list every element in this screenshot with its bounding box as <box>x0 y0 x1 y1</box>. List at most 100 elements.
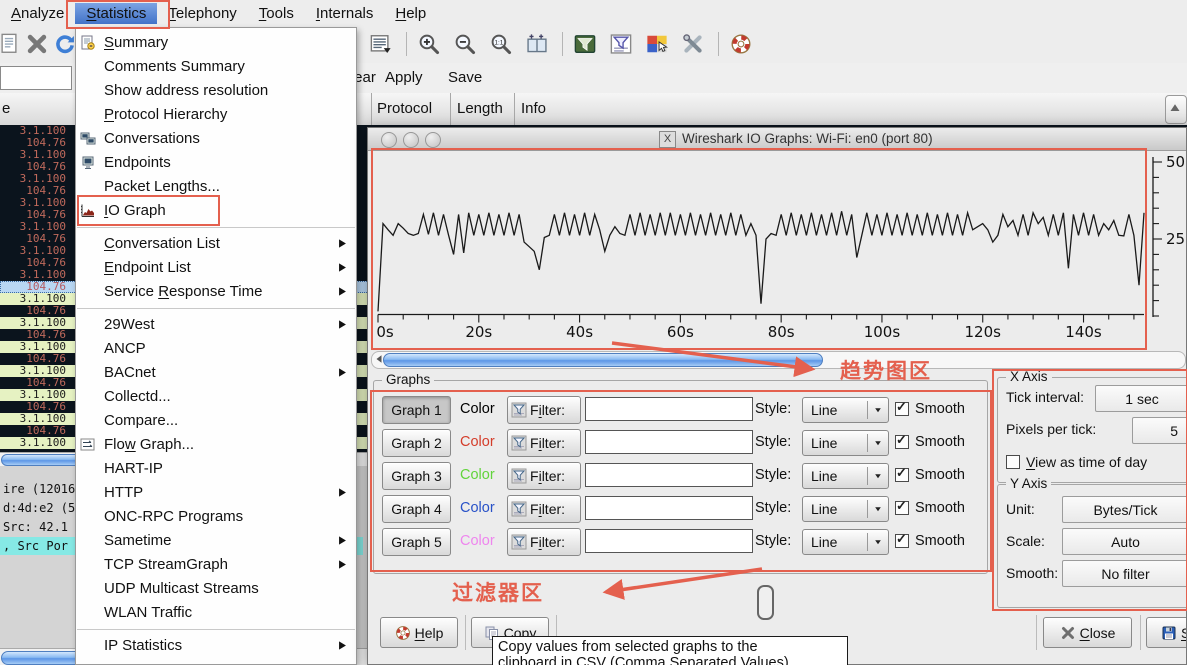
graph-5-filter-button[interactable]: Filter: <box>507 528 581 556</box>
menu-item-udp-multicast-streams[interactable]: UDP Multicast Streams <box>76 577 356 601</box>
scrollbar-thumb[interactable] <box>383 353 823 367</box>
coloring-rules-button[interactable] <box>642 30 672 58</box>
graph-3-style-dropdown[interactable]: Line <box>802 463 889 489</box>
detail-line[interactable]: ire (12016 <box>0 480 75 498</box>
column-divider[interactable] <box>514 93 515 125</box>
menu-item-flow-graph[interactable]: Flow Graph... <box>76 433 356 457</box>
graph-2-toggle-button[interactable]: Graph 2 <box>382 429 451 457</box>
smooth-dropdown[interactable]: No filter <box>1062 560 1186 587</box>
detail-line[interactable]: d:4d:e2 (5 <box>0 499 75 517</box>
menu-item-io-graph[interactable]: IO Graph <box>76 199 356 223</box>
column-divider[interactable] <box>371 93 372 125</box>
graph-2-filter-input[interactable] <box>585 430 753 454</box>
graph-5-toggle-button[interactable]: Graph 5 <box>382 528 451 556</box>
capture-filter-button[interactable] <box>570 30 600 58</box>
menu-item-conversation-list[interactable]: Conversation List <box>76 232 356 256</box>
column-header-info[interactable]: Info <box>521 100 546 117</box>
menu-item-service-response-time[interactable]: Service Response Time <box>76 280 356 304</box>
graph-4-toggle-button[interactable]: Graph 4 <box>382 495 451 523</box>
graph-1-filter-input[interactable] <box>585 397 753 421</box>
graph-1-toggle-button[interactable]: Graph 1 <box>382 396 451 424</box>
graph-3-smooth-checkbox[interactable] <box>895 465 909 482</box>
menubar-item-tools[interactable]: Tools <box>248 3 305 24</box>
menu-item-show-address-resolution[interactable]: Show address resolution <box>76 79 356 103</box>
graph-1-filter-button[interactable]: Filter: <box>507 396 581 424</box>
graph-3-toggle-button[interactable]: Graph 3 <box>382 462 451 490</box>
pixels-per-tick-dropdown[interactable]: 5 <box>1132 417 1186 444</box>
menu-item-comments-summary[interactable]: Comments Summary <box>76 55 356 79</box>
window-button-zoom[interactable] <box>425 132 441 148</box>
menu-item-compare[interactable]: Compare... <box>76 409 356 433</box>
graph-2-filter-button[interactable]: Filter: <box>507 429 581 457</box>
menu-item-sametime[interactable]: Sametime <box>76 529 356 553</box>
view-time-of-day-checkbox[interactable] <box>1006 455 1020 469</box>
window-button-close[interactable] <box>381 132 397 148</box>
menu-item-endpoints[interactable]: Endpoints <box>76 151 356 175</box>
graph-2-smooth-checkbox[interactable] <box>895 432 909 449</box>
menu-item-hart-ip[interactable]: HART-IP <box>76 457 356 481</box>
graph-4-smooth-checkbox[interactable] <box>895 498 909 515</box>
column-header-length[interactable]: Length <box>457 100 503 117</box>
menu-item-protocol-hierarchy[interactable]: Protocol Hierarchy <box>76 103 356 127</box>
open-file-button[interactable] <box>0 30 24 58</box>
zoom-100-button[interactable]: 1:1 <box>486 30 516 58</box>
zoom-in-button[interactable] <box>414 30 444 58</box>
packet-list-columns-button[interactable] <box>366 30 396 58</box>
display-filter-button[interactable] <box>606 30 636 58</box>
dialog-titlebar[interactable]: X Wireshark IO Graphs: Wi-Fi: en0 (port … <box>368 128 1186 151</box>
column-divider[interactable] <box>450 93 451 125</box>
save-filter-button[interactable]: Save <box>448 69 482 86</box>
apply-button[interactable]: Apply <box>385 69 423 86</box>
view-time-of-day-label[interactable]: View as time of day <box>1026 454 1147 470</box>
menu-item-wlan-traffic[interactable]: WLAN Traffic <box>76 601 356 625</box>
menubar-item-analyze[interactable]: Analyze <box>0 3 75 24</box>
menubar-item-help[interactable]: Help <box>384 3 437 24</box>
unit-dropdown[interactable]: Bytes/Tick <box>1062 496 1186 523</box>
menu-item-bacnet[interactable]: BACnet <box>76 361 356 385</box>
graph-2-style-dropdown[interactable]: Line <box>802 430 889 456</box>
menu-item-tcp-streamgraph[interactable]: TCP StreamGraph <box>76 553 356 577</box>
display-filter-input[interactable] <box>0 66 72 90</box>
close-button[interactable]: Close <box>1043 617 1132 648</box>
help-button[interactable]: Help <box>380 617 458 648</box>
menu-item-ip-statistics[interactable]: IP Statistics <box>76 634 356 658</box>
menu-item-ancp[interactable]: ANCP <box>76 337 356 361</box>
graph-5-style-dropdown[interactable]: Line <box>802 529 889 555</box>
graph-5-smooth-checkbox[interactable] <box>895 531 909 548</box>
io-graph-plot[interactable]: 0s 20s 40s 60s 80s 100s 120s 140s 500 250 <box>374 151 1187 348</box>
window-button-minimize[interactable] <box>403 132 419 148</box>
pane-resize-grip[interactable] <box>757 585 774 620</box>
graph-4-filter-button[interactable]: Filter: <box>507 495 581 523</box>
graph-3-filter-button[interactable]: Filter: <box>507 462 581 490</box>
graph-4-filter-input[interactable] <box>585 496 753 520</box>
menu-item-packet-lengths[interactable]: Packet Lengths... <box>76 175 356 199</box>
column-header-partial[interactable]: e <box>2 100 10 117</box>
menubar-item-statistics[interactable]: Statistics <box>75 2 158 24</box>
save-button[interactable]: Save <box>1146 617 1186 648</box>
menu-item-29west[interactable]: 29West <box>76 313 356 337</box>
help-button[interactable] <box>726 30 756 58</box>
menu-item-summary[interactable]: Summary <box>76 31 356 55</box>
graph-1-smooth-checkbox[interactable] <box>895 399 909 416</box>
graph-1-style-dropdown[interactable]: Line <box>802 397 889 423</box>
graph-5-filter-input[interactable] <box>585 529 753 553</box>
menubar-item-internals[interactable]: Internals <box>305 3 385 24</box>
menu-item-conversations[interactable]: Conversations <box>76 127 356 151</box>
scale-dropdown[interactable]: Auto <box>1062 528 1186 555</box>
menu-item-http[interactable]: HTTP <box>76 481 356 505</box>
detail-line[interactable]: Src: 42.1 <box>0 518 68 536</box>
graph-hscrollbar[interactable] <box>371 351 1186 369</box>
graph-4-style-dropdown[interactable]: Line <box>802 496 889 522</box>
resize-columns-button[interactable] <box>522 30 552 58</box>
column-header-protocol[interactable]: Protocol <box>377 100 432 117</box>
menu-item-collectd[interactable]: Collectd... <box>76 385 356 409</box>
close-file-button[interactable] <box>22 30 52 58</box>
preferences-button[interactable] <box>678 30 708 58</box>
menubar-item-telephony[interactable]: Telephony <box>157 3 247 24</box>
scroll-up-button[interactable] <box>1165 95 1187 124</box>
menu-item-onc-rpc-programs[interactable]: ONC-RPC Programs <box>76 505 356 529</box>
zoom-out-button[interactable] <box>450 30 480 58</box>
graph-3-filter-input[interactable] <box>585 463 753 487</box>
menu-item-endpoint-list[interactable]: Endpoint List <box>76 256 356 280</box>
tick-interval-dropdown[interactable]: 1 sec <box>1095 385 1186 412</box>
